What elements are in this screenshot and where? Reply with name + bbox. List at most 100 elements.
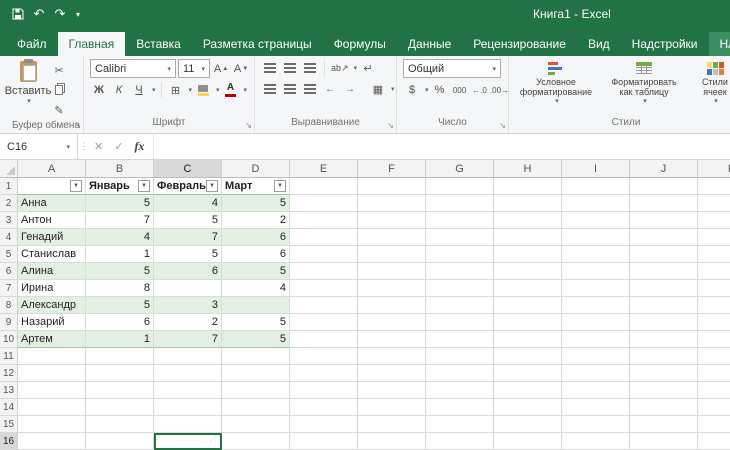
cell-F14[interactable]: [358, 399, 426, 416]
tab-file[interactable]: Файл: [6, 32, 58, 56]
cell-E14[interactable]: [290, 399, 358, 416]
cell-E5[interactable]: [290, 246, 358, 263]
cell-D15[interactable]: [222, 416, 290, 433]
cell-G7[interactable]: [426, 280, 494, 297]
cell-F5[interactable]: [358, 246, 426, 263]
cell-styles-button[interactable]: Стили ячеек ▾: [691, 59, 730, 116]
cell-C6[interactable]: 6: [154, 263, 222, 280]
column-header-E[interactable]: E: [290, 160, 358, 177]
column-header-C[interactable]: C: [154, 160, 222, 177]
row-header-7[interactable]: 7: [0, 280, 18, 297]
cell-C12[interactable]: [154, 365, 222, 382]
cell-G12[interactable]: [426, 365, 494, 382]
cell-E6[interactable]: [290, 263, 358, 280]
row-header-1[interactable]: 1: [0, 178, 18, 195]
cell-D2[interactable]: 5: [222, 195, 290, 212]
shrink-font-button[interactable]: А▼: [232, 60, 250, 78]
grow-font-button[interactable]: А▲: [212, 60, 230, 78]
format-as-table-button[interactable]: Форматировать как таблицу ▾: [601, 59, 687, 116]
cell-C3[interactable]: 5: [154, 212, 222, 229]
cell-C8[interactable]: 3: [154, 297, 222, 314]
currency-format-icon[interactable]: $: [403, 81, 421, 99]
cell-I4[interactable]: [562, 229, 630, 246]
undo-icon[interactable]: ↶: [30, 4, 48, 24]
tab-review[interactable]: Рецензирование: [462, 32, 577, 56]
borders-icon[interactable]: ⊞: [167, 81, 185, 99]
tab-view[interactable]: Вид: [577, 32, 621, 56]
cell-B12[interactable]: [86, 365, 154, 382]
cell-H16[interactable]: [494, 433, 562, 450]
cell-F6[interactable]: [358, 263, 426, 280]
cell-B7[interactable]: 8: [86, 280, 154, 297]
column-header-I[interactable]: I: [562, 160, 630, 177]
cell-E11[interactable]: [290, 348, 358, 365]
cell-I15[interactable]: [562, 416, 630, 433]
align-left-icon[interactable]: [261, 80, 279, 98]
cell-C1[interactable]: Февраль▼: [154, 178, 222, 195]
row-header-3[interactable]: 3: [0, 212, 18, 229]
cell-G13[interactable]: [426, 382, 494, 399]
cell-E12[interactable]: [290, 365, 358, 382]
tab-page-layout[interactable]: Разметка страницы: [192, 32, 323, 56]
cell-C13[interactable]: [154, 382, 222, 399]
cell-H11[interactable]: [494, 348, 562, 365]
cell-A6[interactable]: Алина: [18, 263, 86, 280]
cell-A13[interactable]: [18, 382, 86, 399]
cell-K4[interactable]: [698, 229, 730, 246]
conditional-formatting-button[interactable]: Условное форматирование ▾: [515, 59, 597, 116]
cell-H5[interactable]: [494, 246, 562, 263]
cell-A16[interactable]: [18, 433, 86, 450]
cell-E10[interactable]: [290, 331, 358, 348]
cell-K10[interactable]: [698, 331, 730, 348]
redo-icon[interactable]: ↷: [51, 4, 69, 24]
cut-icon[interactable]: ✂: [50, 61, 68, 79]
tab-home[interactable]: Главная: [58, 32, 126, 56]
cell-I9[interactable]: [562, 314, 630, 331]
cell-I7[interactable]: [562, 280, 630, 297]
cell-E2[interactable]: [290, 195, 358, 212]
increase-indent-icon[interactable]: →: [341, 80, 359, 98]
cell-F4[interactable]: [358, 229, 426, 246]
row-header-6[interactable]: 6: [0, 263, 18, 280]
cancel-icon[interactable]: ✕: [94, 140, 103, 153]
align-center-icon[interactable]: [281, 80, 299, 98]
cell-I6[interactable]: [562, 263, 630, 280]
cell-A4[interactable]: Генадий: [18, 229, 86, 246]
formula-input[interactable]: [154, 134, 730, 159]
align-right-icon[interactable]: [301, 80, 319, 98]
row-header-15[interactable]: 15: [0, 416, 18, 433]
number-dialog-launcher-icon[interactable]: ↘: [499, 122, 506, 130]
cell-J5[interactable]: [630, 246, 698, 263]
cell-I11[interactable]: [562, 348, 630, 365]
cell-G9[interactable]: [426, 314, 494, 331]
cell-B3[interactable]: 7: [86, 212, 154, 229]
cell-H15[interactable]: [494, 416, 562, 433]
column-header-H[interactable]: H: [494, 160, 562, 177]
cell-E3[interactable]: [290, 212, 358, 229]
italic-button[interactable]: К: [110, 81, 128, 99]
cell-K1[interactable]: [698, 178, 730, 195]
cell-A11[interactable]: [18, 348, 86, 365]
cell-H7[interactable]: [494, 280, 562, 297]
cell-K5[interactable]: [698, 246, 730, 263]
cell-D13[interactable]: [222, 382, 290, 399]
cell-A2[interactable]: Анна: [18, 195, 86, 212]
borders-dropdown-icon[interactable]: ▾: [189, 86, 193, 94]
column-header-K[interactable]: K: [698, 160, 730, 177]
percent-format-icon[interactable]: %: [431, 81, 449, 99]
tab-load-test[interactable]: НАГРУЗОЧНЫЙ ТЕСТ: [709, 32, 730, 56]
cell-J4[interactable]: [630, 229, 698, 246]
cell-J15[interactable]: [630, 416, 698, 433]
column-header-J[interactable]: J: [630, 160, 698, 177]
cell-F1[interactable]: [358, 178, 426, 195]
cell-K3[interactable]: [698, 212, 730, 229]
tab-data[interactable]: Данные: [397, 32, 462, 56]
cell-D4[interactable]: 6: [222, 229, 290, 246]
column-header-A[interactable]: A: [18, 160, 86, 177]
cell-J14[interactable]: [630, 399, 698, 416]
cell-A5[interactable]: Станислав: [18, 246, 86, 263]
cell-B9[interactable]: 6: [86, 314, 154, 331]
underline-button[interactable]: Ч: [130, 81, 148, 99]
cell-B16[interactable]: [86, 433, 154, 450]
filter-dropdown-icon[interactable]: ▼: [274, 180, 286, 192]
